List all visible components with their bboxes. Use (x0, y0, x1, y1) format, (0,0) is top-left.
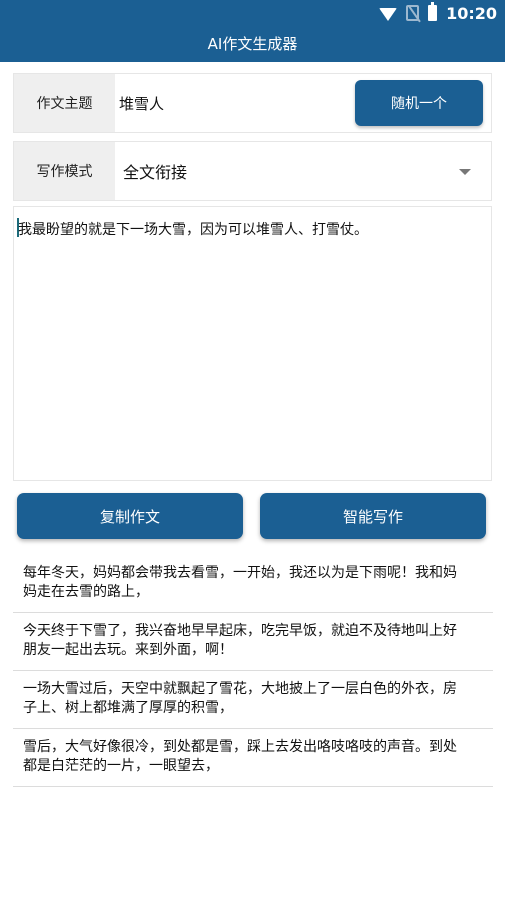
wifi-icon (379, 7, 398, 21)
mode-row[interactable]: 写作模式 全文衔接 (13, 141, 492, 201)
suggestion-line: 妈走在去雪的路上， (23, 584, 149, 600)
suggestion-line: 雪后，大气好像很冷，到处都是雪，踩上去发出咯吱咯吱的声音。到处 (23, 739, 457, 755)
status-icons: 10:20 (379, 2, 497, 23)
essay-text: 我最盼望的就是下一场大雪，因为可以堆雪人、打雪仗。 (18, 222, 368, 238)
suggestion-line: 每年冬天，妈妈都会带我去看雪，一开始，我还以为是下雨呢！我和妈 (23, 565, 457, 581)
suggestion-line: 子上、树上都堆满了厚厚的积雪， (23, 700, 233, 716)
topic-label: 作文主题 (14, 74, 115, 132)
suggestion-item[interactable]: 每年冬天，妈妈都会带我去看雪，一开始，我还以为是下雨呢！我和妈 妈走在去雪的路上… (13, 555, 493, 613)
suggestion-line: 都是白茫茫的一片，一眼望去， (23, 758, 219, 774)
no-sim-icon (406, 5, 420, 21)
topic-input[interactable]: 堆雪人 (119, 74, 164, 132)
suggestion-line: 今天终于下雪了，我兴奋地早早起床，吃完早饭，就迫不及待地叫上好 (23, 623, 457, 639)
topic-row: 作文主题 堆雪人 随机一个 (13, 73, 492, 133)
dropdown-arrow-icon[interactable] (459, 169, 471, 175)
battery-icon (428, 2, 438, 21)
copy-essay-button[interactable]: 复制作文 (17, 493, 243, 539)
mode-label: 写作模式 (14, 142, 115, 200)
essay-textarea[interactable]: 我最盼望的就是下一场大雪，因为可以堆雪人、打雪仗。 (13, 206, 492, 481)
status-time: 10:20 (446, 3, 497, 23)
suggestion-line: 朋友一起出去玩。来到外面，啊！ (23, 642, 233, 658)
suggestion-line: 一场大雪过后，天空中就飘起了雪花，大地披上了一层白色的外衣，房 (23, 681, 457, 697)
suggestion-item[interactable]: 雪后，大气好像很冷，到处都是雪，踩上去发出咯吱咯吱的声音。到处 都是白茫茫的一片… (13, 729, 493, 787)
mode-select[interactable]: 全文衔接 (123, 142, 187, 200)
smart-write-button[interactable]: 智能写作 (260, 493, 486, 539)
status-bar: 10:20 (0, 0, 505, 26)
suggestion-item[interactable]: 一场大雪过后，天空中就飘起了雪花，大地披上了一层白色的外衣，房 子上、树上都堆满… (13, 671, 493, 729)
random-topic-button[interactable]: 随机一个 (355, 80, 483, 126)
suggestion-list: 每年冬天，妈妈都会带我去看雪，一开始，我还以为是下雨呢！我和妈 妈走在去雪的路上… (13, 555, 493, 787)
app-title: AI作文生成器 (0, 26, 505, 62)
suggestion-item[interactable]: 今天终于下雪了，我兴奋地早早起床，吃完早饭，就迫不及待地叫上好 朋友一起出去玩。… (13, 613, 493, 671)
